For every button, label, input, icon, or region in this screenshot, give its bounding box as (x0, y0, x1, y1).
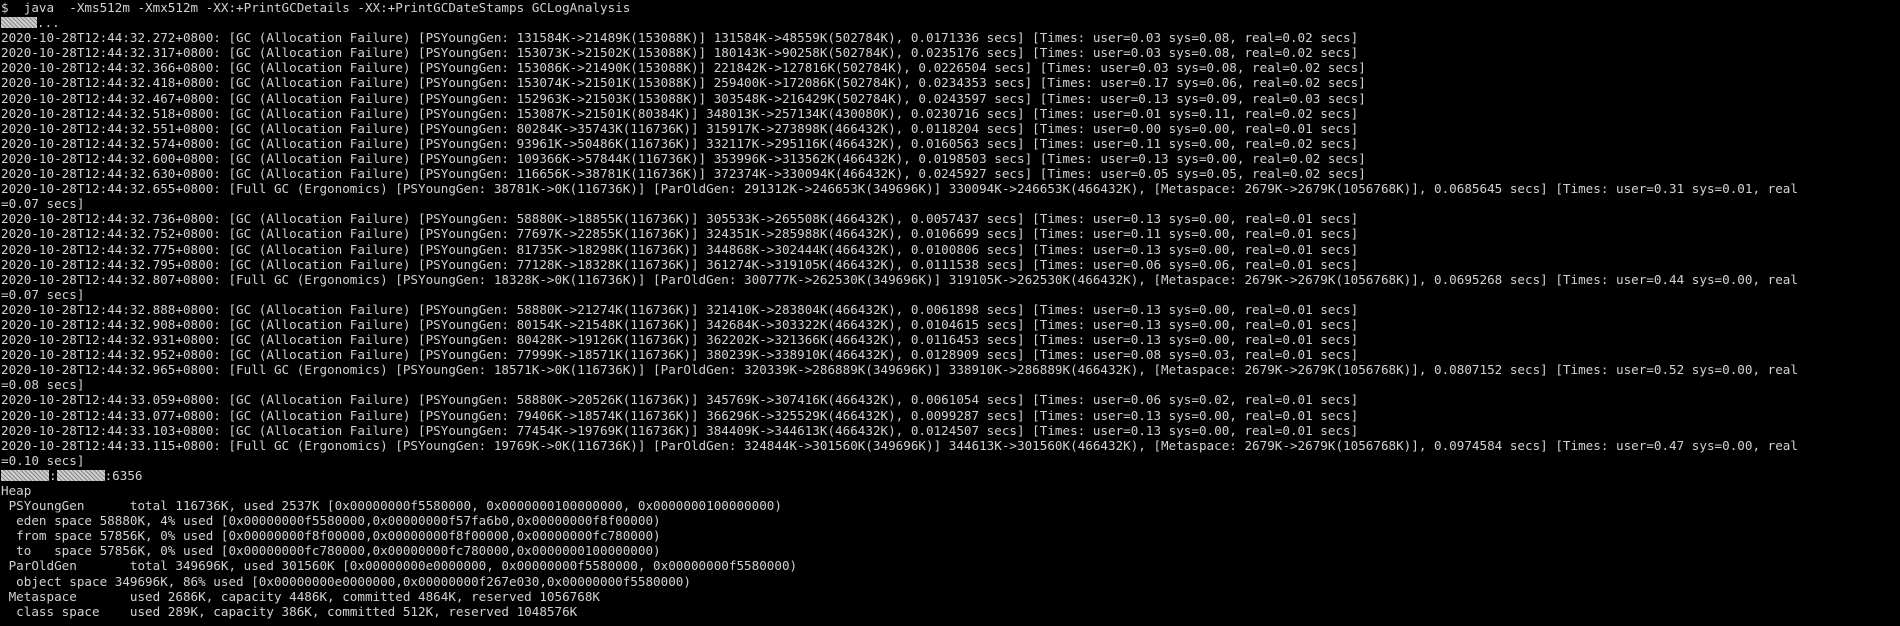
heap-line: Metaspace used 2686K, capacity 4486K, co… (1, 588, 600, 604)
colon-text: : (49, 467, 57, 483)
gc-log-line: 2020-10-28T12:44:32.518+0800: [GC (Alloc… (1, 105, 1359, 121)
gc-log-line: 2020-10-28T12:44:32.630+0800: [GC (Alloc… (1, 166, 1366, 182)
redacted-text (1, 17, 37, 29)
pid-text: :6356 (104, 467, 143, 483)
ellipsis-text: ... (37, 15, 60, 31)
gc-log-line: 2020-10-28T12:44:32.952+0800: [GC (Alloc… (1, 347, 1359, 363)
gc-log-line: 2020-10-28T12:44:32.600+0800: [GC (Alloc… (1, 150, 1366, 166)
heap-line: Heap (1, 483, 32, 498)
heap-line: object space 349696K, 86% used [0x000000… (1, 573, 691, 589)
gc-log-line: 2020-10-28T12:44:33.115+0800: [Full GC (… (1, 437, 1798, 453)
gc-log-line: 2020-10-28T12:44:32.795+0800: [GC (Alloc… (1, 256, 1359, 272)
gc-log-line: 2020-10-28T12:44:32.752+0800: [GC (Alloc… (1, 226, 1359, 242)
gc-log-line: 2020-10-28T12:44:32.736+0800: [GC (Alloc… (1, 211, 1359, 227)
gc-log-lines: 2020-10-28T12:44:32.272+0800: [GC (Alloc… (1, 30, 1900, 468)
redacted-path-line: ... (1, 15, 1899, 30)
gc-log-line: 2020-10-28T12:44:32.551+0800: [GC (Alloc… (1, 120, 1359, 136)
gc-log-line: 2020-10-28T12:44:32.965+0800: [Full GC (… (1, 362, 1798, 378)
command-line: $ java -Xms512m -Xmx512m -XX:+PrintGCDet… (1, 0, 631, 15)
gc-log-line: 2020-10-28T12:44:32.807+0800: [Full GC (… (1, 271, 1798, 287)
gc-log-line: 2020-10-28T12:44:32.467+0800: [GC (Alloc… (1, 90, 1366, 106)
heap-line: to space 57856K, 0% used [0x00000000fc78… (1, 543, 661, 559)
heap-summary: Heap PSYoungGen total 116736K, used 2537… (1, 483, 1900, 619)
gc-log-line: =0.07 secs] (1, 196, 85, 212)
gc-log-line: 2020-10-28T12:44:33.077+0800: [GC (Alloc… (1, 407, 1359, 423)
gc-log-line: 2020-10-28T12:44:32.366+0800: [GC (Alloc… (1, 60, 1366, 76)
heap-line: class space used 289K, capacity 386K, co… (1, 603, 578, 619)
gc-log-line: 2020-10-28T12:44:32.888+0800: [GC (Alloc… (1, 301, 1359, 317)
heap-line: from space 57856K, 0% used [0x00000000f8… (1, 528, 661, 544)
gc-log-line: =0.10 secs] (1, 452, 85, 468)
gc-log-line: =0.08 secs] (1, 377, 85, 393)
heap-line: ParOldGen total 349696K, used 301560K [0… (1, 558, 798, 574)
gc-log-line: 2020-10-28T12:44:32.931+0800: [GC (Alloc… (1, 332, 1359, 348)
gc-log-line: 2020-10-28T12:44:32.418+0800: [GC (Alloc… (1, 75, 1366, 91)
gc-log-line: =0.07 secs] (1, 286, 85, 302)
heap-line: eden space 58880K, 4% used [0x00000000f5… (1, 513, 661, 529)
heap-line: PSYoungGen total 116736K, used 2537K [0x… (1, 498, 782, 514)
gc-log-line: 2020-10-28T12:44:32.317+0800: [GC (Alloc… (1, 45, 1359, 61)
redacted-pid-line: : :6356 (1, 468, 1899, 483)
gc-log-line: 2020-10-28T12:44:33.103+0800: [GC (Alloc… (1, 422, 1359, 438)
terminal-window[interactable]: $ java -Xms512m -Xmx512m -XX:+PrintGCDet… (0, 0, 1900, 626)
gc-log-line: 2020-10-28T12:44:32.574+0800: [GC (Alloc… (1, 135, 1359, 151)
redacted-text (56, 469, 105, 481)
gc-log-line: 2020-10-28T12:44:32.655+0800: [Full GC (… (1, 181, 1798, 197)
gc-log-line: 2020-10-28T12:44:32.272+0800: [GC (Alloc… (1, 30, 1359, 46)
gc-log-line: 2020-10-28T12:44:32.908+0800: [GC (Alloc… (1, 316, 1359, 332)
gc-log-line: 2020-10-28T12:44:32.775+0800: [GC (Alloc… (1, 241, 1359, 257)
gc-log-line: 2020-10-28T12:44:33.059+0800: [GC (Alloc… (1, 392, 1359, 408)
redacted-text (1, 469, 49, 481)
